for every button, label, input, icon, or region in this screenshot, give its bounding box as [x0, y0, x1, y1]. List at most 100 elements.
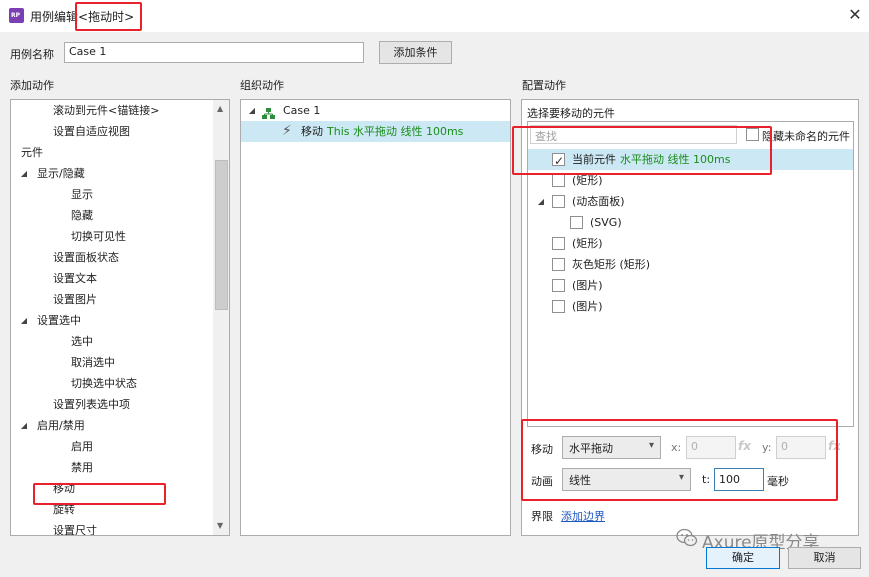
collapse-icon[interactable]: ◢ [536, 191, 546, 212]
hide-unnamed-label: 隐藏未命名的元件 [762, 130, 850, 143]
widget-label: (矩形) [572, 174, 603, 187]
collapse-icon[interactable]: ◢ [247, 100, 257, 121]
add-action-label: 选中 [71, 335, 93, 348]
widget-label: (动态面板) [572, 195, 625, 208]
t-label: t: [702, 473, 711, 486]
window-title-event: <拖动时> [78, 10, 135, 24]
action-verb: 移动 [301, 125, 323, 138]
add-action-label: 旋转 [53, 503, 75, 516]
widget-checkbox[interactable] [552, 300, 565, 313]
add-action-item[interactable]: 旋转 [11, 499, 211, 520]
widget-row[interactable]: (图片) [528, 296, 853, 317]
widget-checkbox[interactable] [552, 258, 565, 271]
add-action-item[interactable]: ◢ 设置选中 [11, 310, 211, 331]
add-action-label: 禁用 [71, 461, 93, 474]
add-action-item[interactable]: 设置文本 [11, 268, 211, 289]
add-action-item[interactable]: 禁用 [11, 457, 211, 478]
action-row[interactable]: ⚡ 移动 This 水平拖动 线性 100ms [241, 121, 510, 142]
organize-actions-tree: ◢ Case 1 ⚡ 移动 This 水平拖动 线性 100ms [240, 99, 511, 536]
scroll-thumb[interactable] [215, 160, 228, 310]
widget-checkbox[interactable] [552, 279, 565, 292]
widget-row[interactable]: (矩形) [528, 233, 853, 254]
cancel-button[interactable]: 取消 [788, 547, 861, 569]
ok-button[interactable]: 确定 [706, 547, 780, 569]
add-action-item[interactable]: 设置自适应视图 [11, 121, 211, 142]
move-type-select[interactable]: 水平拖动 [562, 436, 661, 459]
add-action-item[interactable]: 取消选中 [11, 352, 211, 373]
widget-row[interactable]: 当前元件水平拖动 线性 100ms [528, 149, 853, 172]
widget-checkbox[interactable] [552, 151, 565, 172]
action-detail: This 水平拖动 线性 100ms [327, 125, 464, 138]
add-action-item[interactable]: 移动 [11, 478, 211, 499]
add-action-label: 设置图片 [53, 293, 97, 306]
collapse-icon[interactable]: ◢ [19, 310, 29, 331]
widget-label: (图片) [572, 300, 603, 313]
case-row[interactable]: ◢ Case 1 [241, 100, 510, 121]
add-action-item[interactable]: 设置面板状态 [11, 247, 211, 268]
add-action-label: 设置自适应视图 [53, 125, 130, 138]
scroll-down-icon[interactable]: ▼ [217, 521, 223, 530]
organize-actions-header: 组织动作 [240, 79, 284, 92]
collapse-icon[interactable]: ◢ [11, 142, 13, 163]
widget-label: (图片) [572, 279, 603, 292]
x-label: x: [671, 441, 682, 454]
add-action-label: 启用 [71, 440, 93, 453]
add-action-item[interactable]: 设置尺寸 [11, 520, 211, 535]
add-condition-button[interactable]: 添加条件 [379, 41, 452, 64]
add-actions-tree: 滚动到元件<锚链接> 设置自适应视图 ◢ 元件 ◢ 显示/隐藏显示隐藏切换可见性设置面板状… [10, 99, 230, 536]
widget-search-input[interactable]: 查找 [530, 125, 737, 144]
widget-checkbox[interactable] [552, 174, 565, 187]
add-action-label: 设置选中 [37, 314, 81, 327]
widget-label: (矩形) [572, 237, 603, 250]
add-action-item[interactable]: ◢ 启用/禁用 [11, 415, 211, 436]
duration-input[interactable]: 100 [714, 468, 764, 491]
add-action-item[interactable]: 选中 [11, 331, 211, 352]
widget-checkbox[interactable] [552, 195, 565, 208]
window-title: 用例编辑<拖动时> [30, 8, 134, 25]
add-action-label: 显示 [71, 188, 93, 201]
close-icon[interactable]: ✕ [846, 5, 864, 25]
configure-actions-header: 配置动作 [522, 79, 566, 92]
widget-checkbox[interactable] [570, 216, 583, 229]
widget-label: 灰色矩形 (矩形) [572, 258, 651, 271]
add-action-item[interactable]: 设置图片 [11, 289, 211, 310]
widget-row[interactable]: ◢ (动态面板) [528, 191, 853, 212]
add-actions-scrollbar[interactable]: ▲ ▼ [213, 100, 229, 535]
scroll-up-icon[interactable]: ▲ [217, 104, 223, 113]
add-action-item[interactable]: 显示 [11, 184, 211, 205]
add-action-item[interactable]: 切换可见性 [11, 226, 211, 247]
add-action-label: 设置文本 [53, 272, 97, 285]
case-name-input[interactable]: Case 1 [64, 42, 364, 63]
case-label: Case 1 [283, 104, 321, 117]
add-action-item[interactable]: 切换选中状态 [11, 373, 211, 394]
add-action-item[interactable]: 滚动到元件<锚链接> [11, 100, 211, 121]
y-label: y: [762, 441, 772, 454]
y-fx-icon[interactable]: fx [828, 439, 840, 453]
x-fx-icon[interactable]: fx [738, 439, 751, 453]
bounds-label: 界限 [531, 510, 553, 523]
widget-tree: 查找 隐藏未命名的元件 当前元件水平拖动 线性 100ms (矩形) ◢ (动态面板)… [527, 121, 854, 427]
add-action-item[interactable]: 隐藏 [11, 205, 211, 226]
add-action-label: 隐藏 [71, 209, 93, 222]
collapse-icon[interactable]: ◢ [19, 163, 29, 184]
y-input[interactable]: 0 [776, 436, 826, 459]
add-bounds-link[interactable]: 添加边界 [561, 508, 605, 524]
case-name-label: 用例名称 [10, 48, 54, 61]
add-action-item[interactable]: 启用 [11, 436, 211, 457]
widget-row[interactable]: (SVG) [528, 212, 853, 233]
collapse-icon[interactable]: ◢ [19, 415, 29, 436]
widget-label: (SVG) [590, 216, 622, 229]
widget-checkbox[interactable] [552, 237, 565, 250]
hide-unnamed-checkbox[interactable] [746, 128, 759, 141]
widget-detail: 水平拖动 线性 100ms [620, 153, 731, 166]
animation-select[interactable]: 线性 [562, 468, 691, 491]
x-input[interactable]: 0 [686, 436, 736, 459]
add-action-label: 切换选中状态 [71, 377, 137, 390]
add-action-item[interactable]: ◢ 元件 [11, 142, 211, 163]
widget-row[interactable]: (矩形) [528, 170, 853, 191]
widget-row[interactable]: 灰色矩形 (矩形) [528, 254, 853, 275]
add-action-label: 设置列表选中项 [53, 398, 130, 411]
widget-row[interactable]: (图片) [528, 275, 853, 296]
add-action-item[interactable]: 设置列表选中项 [11, 394, 211, 415]
add-action-item[interactable]: ◢ 显示/隐藏 [11, 163, 211, 184]
